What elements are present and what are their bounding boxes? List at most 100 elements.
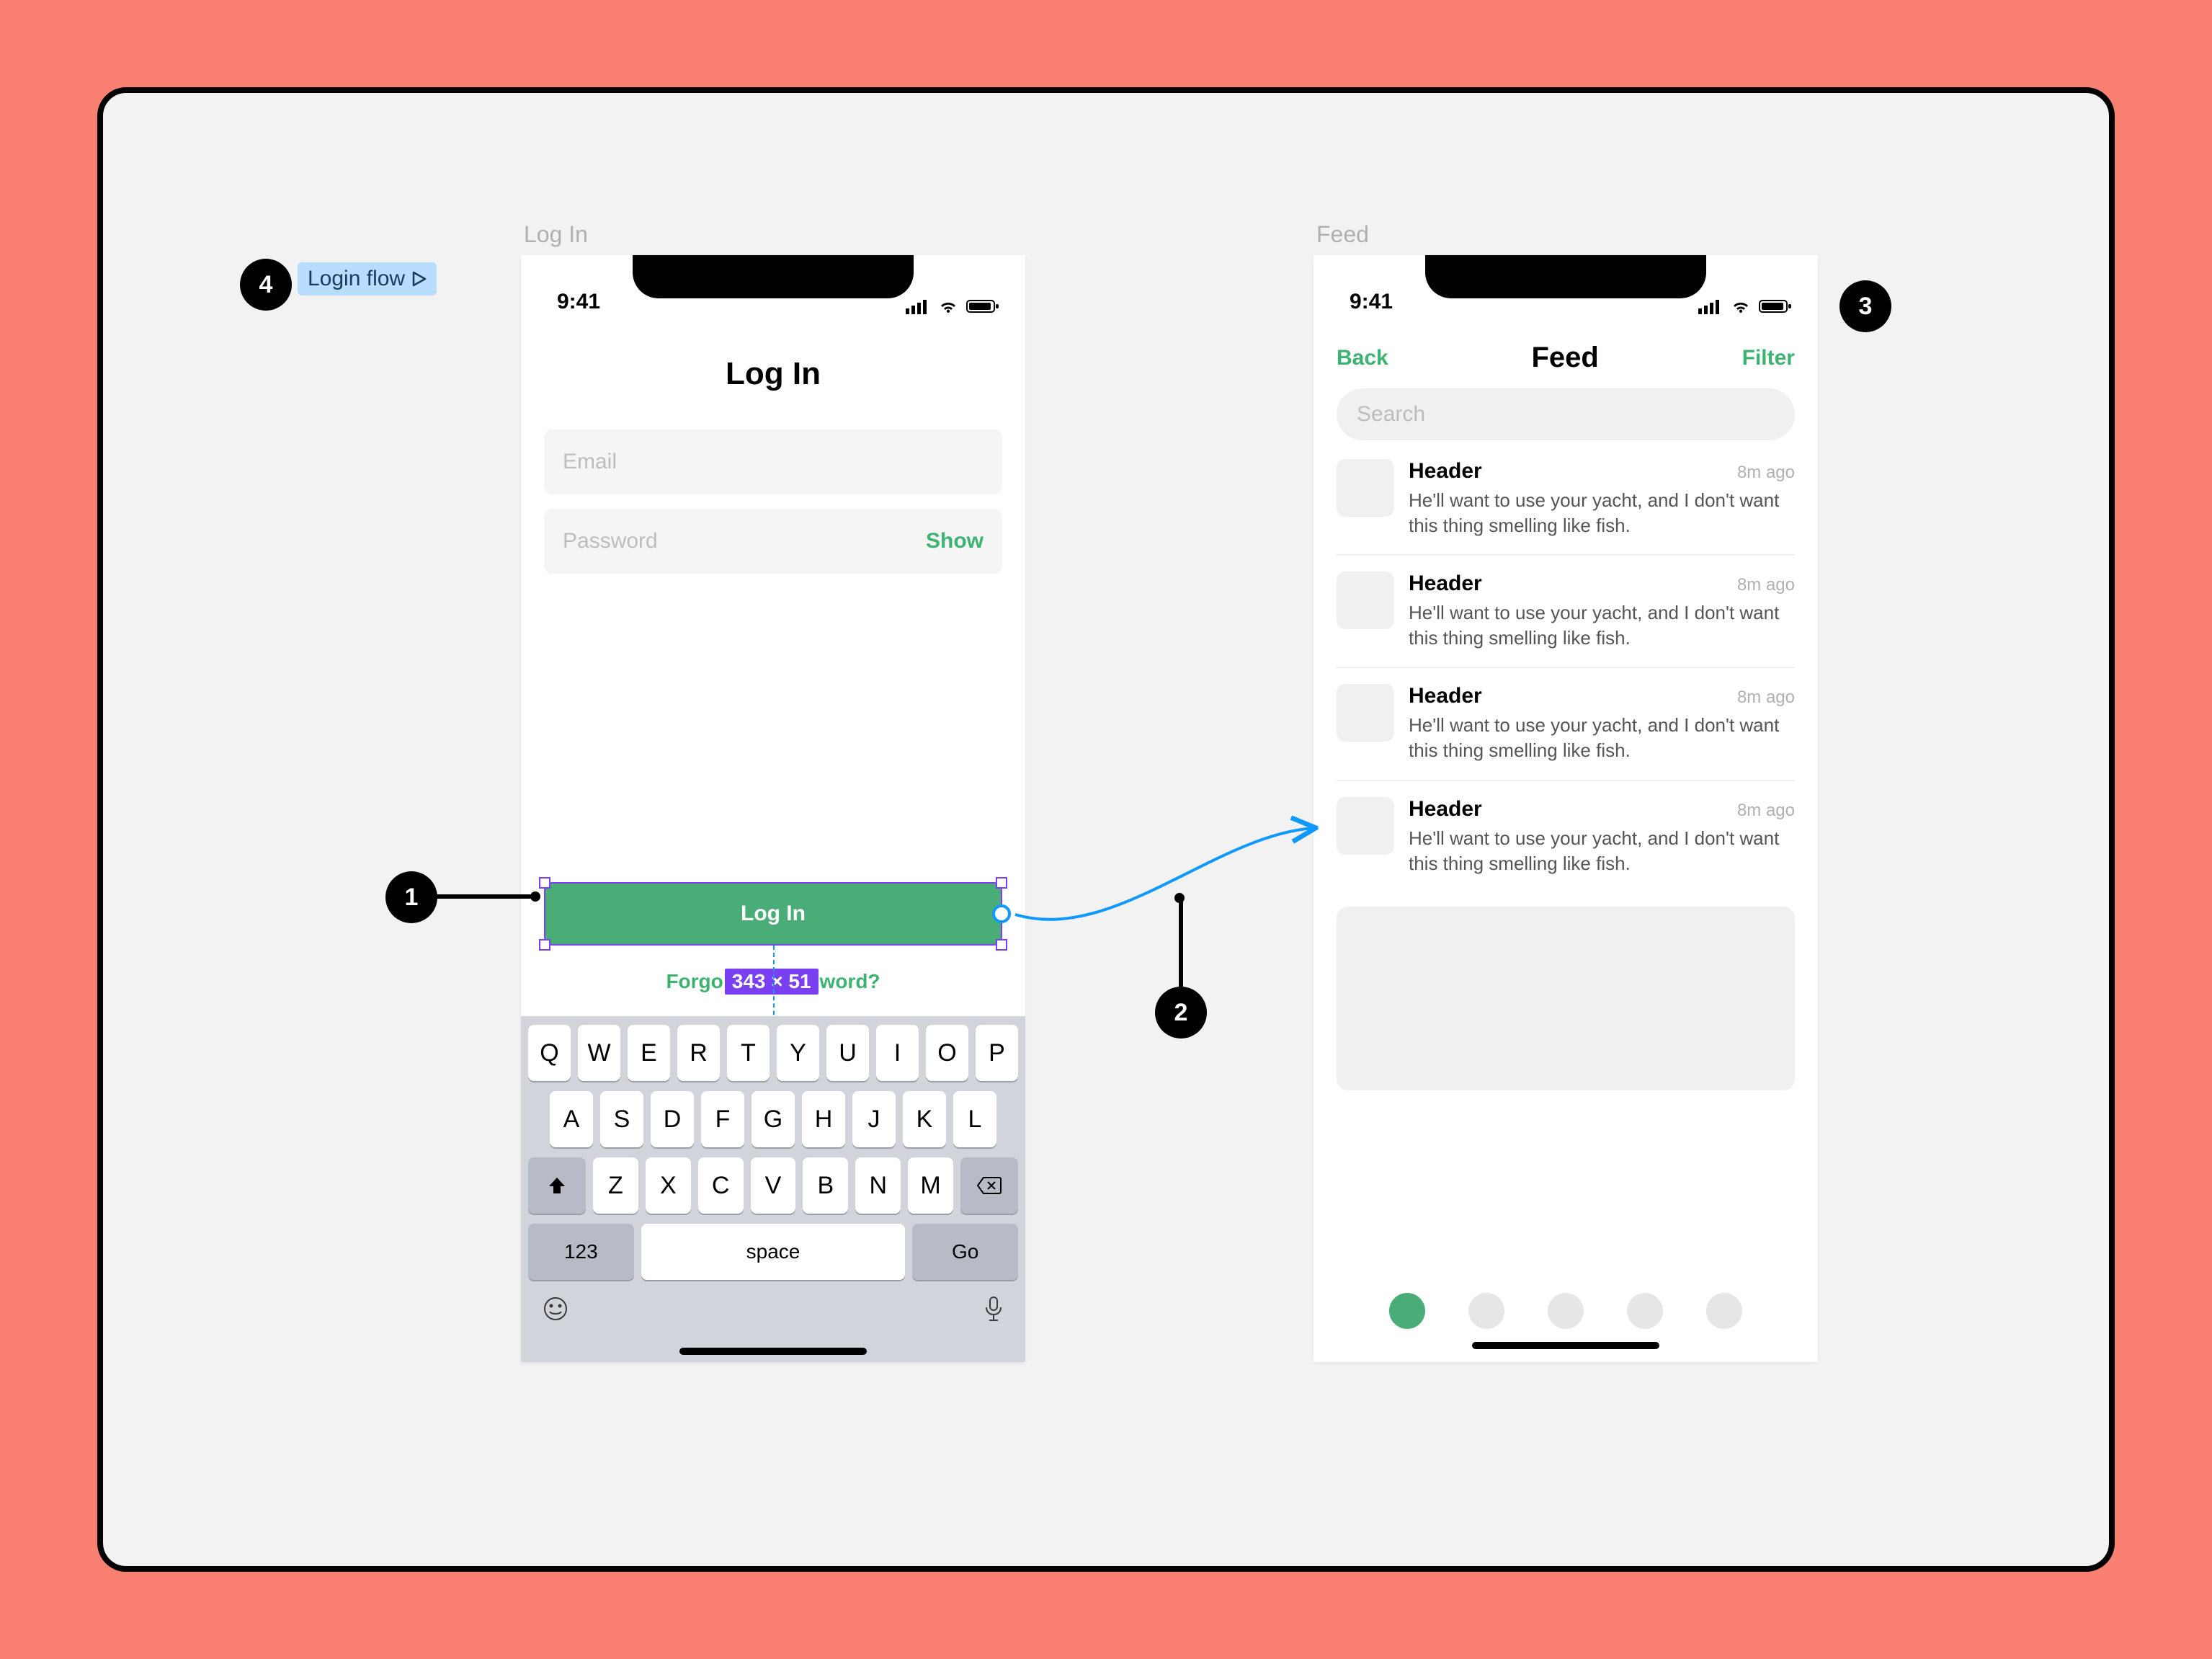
battery-icon bbox=[966, 298, 999, 314]
letter-key[interactable]: K bbox=[903, 1091, 946, 1147]
tab-dot[interactable] bbox=[1706, 1293, 1742, 1329]
letter-key[interactable]: O bbox=[926, 1025, 968, 1081]
email-field[interactable]: Email bbox=[544, 430, 1002, 494]
page-title: Log In bbox=[521, 356, 1025, 392]
list-item[interactable]: Header8m agoHe'll want to use your yacht… bbox=[1337, 556, 1795, 668]
selection-handle-icon[interactable] bbox=[539, 877, 550, 889]
feed-card-placeholder bbox=[1337, 907, 1795, 1090]
letter-key[interactable]: A bbox=[550, 1091, 593, 1147]
letter-key[interactable]: P bbox=[976, 1025, 1018, 1081]
item-time: 8m ago bbox=[1737, 801, 1795, 821]
numeric-key[interactable]: 123 bbox=[528, 1224, 634, 1280]
item-body-text: He'll want to use your yacht, and I don'… bbox=[1409, 600, 1795, 651]
flow-chip[interactable]: Login flow bbox=[298, 262, 437, 295]
prototype-connector-origin[interactable] bbox=[992, 904, 1011, 923]
letter-key[interactable]: E bbox=[628, 1025, 670, 1081]
thumbnail bbox=[1337, 459, 1394, 517]
letter-key[interactable]: T bbox=[727, 1025, 770, 1081]
frame-label-login: Log In bbox=[524, 221, 588, 248]
frame-login[interactable]: 9:41 Log In Email Password Show Log In F… bbox=[521, 255, 1025, 1362]
item-time: 8m ago bbox=[1737, 463, 1795, 483]
letter-key[interactable]: V bbox=[751, 1157, 796, 1214]
search-input[interactable]: Search bbox=[1337, 388, 1795, 440]
letter-key[interactable]: F bbox=[701, 1091, 744, 1147]
page-title: Feed bbox=[1532, 342, 1599, 374]
selection-handle-icon[interactable] bbox=[539, 939, 550, 951]
thumbnail bbox=[1337, 684, 1394, 742]
tab-dot[interactable] bbox=[1468, 1293, 1504, 1329]
item-time: 8m ago bbox=[1737, 688, 1795, 708]
item-time: 8m ago bbox=[1737, 575, 1795, 595]
status-bar: 9:41 bbox=[1314, 255, 1818, 320]
selection-size-badge: 343 × 51 bbox=[725, 969, 819, 995]
forgot-prefix: Forgo bbox=[666, 970, 723, 992]
thumbnail bbox=[1337, 571, 1394, 629]
login-button-label: Log In bbox=[741, 902, 806, 926]
letter-key[interactable]: R bbox=[677, 1025, 720, 1081]
letter-key[interactable]: C bbox=[698, 1157, 744, 1214]
backspace-key[interactable] bbox=[960, 1157, 1018, 1214]
letter-key[interactable]: M bbox=[908, 1157, 953, 1214]
selection-handle-icon[interactable] bbox=[996, 877, 1007, 889]
space-key[interactable]: space bbox=[641, 1224, 906, 1280]
home-indicator[interactable] bbox=[679, 1348, 867, 1355]
go-key[interactable]: Go bbox=[912, 1224, 1018, 1280]
shift-icon bbox=[547, 1175, 567, 1196]
item-body-text: He'll want to use your yacht, and I don'… bbox=[1409, 713, 1795, 763]
letter-key[interactable]: X bbox=[646, 1157, 691, 1214]
letter-key[interactable]: Z bbox=[593, 1157, 638, 1214]
letter-key[interactable]: L bbox=[953, 1091, 996, 1147]
letter-key[interactable]: U bbox=[826, 1025, 869, 1081]
list-item[interactable]: Header8m agoHe'll want to use your yacht… bbox=[1337, 443, 1795, 556]
prototype-connector[interactable] bbox=[1012, 814, 1322, 943]
feed-list[interactable]: Header 8m ago He'll want to use your yacht… bbox=[1314, 443, 1818, 892]
backspace-icon bbox=[976, 1176, 1002, 1195]
shift-key[interactable] bbox=[528, 1157, 586, 1214]
letter-key[interactable]: Y bbox=[777, 1025, 819, 1081]
letter-key[interactable]: S bbox=[600, 1091, 643, 1147]
letter-key[interactable]: J bbox=[852, 1091, 896, 1147]
tab-bar bbox=[1314, 1271, 1818, 1351]
letter-key[interactable]: I bbox=[876, 1025, 919, 1081]
status-icons bbox=[906, 298, 999, 314]
emoji-icon[interactable] bbox=[543, 1296, 568, 1328]
letter-key[interactable]: D bbox=[651, 1091, 694, 1147]
annotation-leader bbox=[434, 894, 535, 899]
letter-key[interactable]: B bbox=[803, 1157, 848, 1214]
home-indicator[interactable] bbox=[1472, 1342, 1659, 1349]
frame-feed[interactable]: 9:41 Back Feed Filter Search Header 8m ag… bbox=[1314, 255, 1818, 1362]
frame-label-feed: Feed bbox=[1316, 221, 1369, 248]
nav-bar: Back Feed Filter bbox=[1314, 320, 1818, 381]
list-item[interactable]: Header 8m ago He'll want to use your yacht… bbox=[1337, 668, 1795, 780]
password-field[interactable]: Password Show bbox=[544, 509, 1002, 574]
annotation-badge: 1 bbox=[385, 871, 437, 923]
status-icons bbox=[1698, 298, 1792, 314]
signal-icon bbox=[1698, 298, 1723, 314]
letter-key[interactable]: G bbox=[752, 1091, 795, 1147]
filter-button[interactable]: Filter bbox=[1742, 346, 1795, 370]
back-button[interactable]: Back bbox=[1337, 346, 1388, 370]
item-header: Header bbox=[1409, 684, 1482, 708]
item-body-text: He'll want to use your yacht, and I don'… bbox=[1409, 826, 1795, 876]
forgot-suffix: word? bbox=[820, 970, 880, 992]
list-item[interactable]: Header 8m ago He'll want to use your yacht… bbox=[1337, 781, 1795, 892]
status-time: 9:41 bbox=[557, 290, 600, 314]
tab-dot[interactable] bbox=[1548, 1293, 1584, 1329]
item-header: Header bbox=[1409, 459, 1482, 484]
annotation-badge: 4 bbox=[240, 259, 292, 311]
microphone-icon[interactable] bbox=[984, 1296, 1004, 1328]
annotation-badge: 2 bbox=[1155, 987, 1207, 1038]
selection-handle-icon[interactable] bbox=[996, 939, 1007, 951]
item-header: Header bbox=[1409, 797, 1482, 822]
tab-dot[interactable] bbox=[1627, 1293, 1663, 1329]
login-button[interactable]: Log In bbox=[544, 882, 1002, 946]
wifi-icon bbox=[937, 298, 959, 314]
tab-dot[interactable] bbox=[1389, 1293, 1425, 1329]
letter-key[interactable]: N bbox=[855, 1157, 901, 1214]
keyboard[interactable]: QWERTYUIOP ASDFGHJKL ZXCVBNM 123 space G… bbox=[521, 1016, 1025, 1362]
show-password-link[interactable]: Show bbox=[926, 529, 984, 553]
letter-key[interactable]: W bbox=[578, 1025, 620, 1081]
letter-key[interactable]: Q bbox=[528, 1025, 571, 1081]
design-canvas[interactable]: Log In Feed Login flow 9:41 Log In Email… bbox=[97, 87, 2115, 1572]
letter-key[interactable]: H bbox=[802, 1091, 845, 1147]
